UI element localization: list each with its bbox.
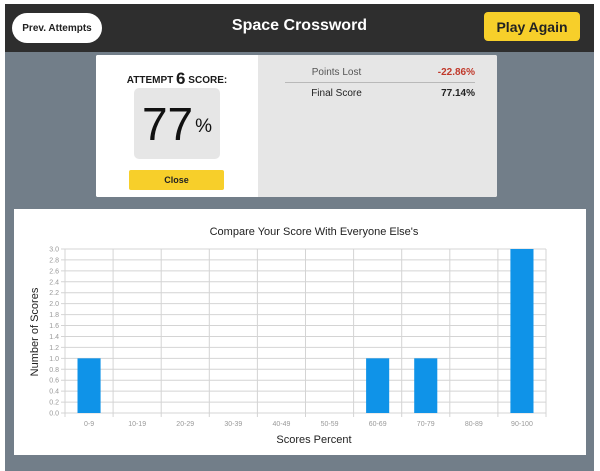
app-frame: Prev. Attempts Space Crossword Play Agai… (5, 4, 594, 471)
attempt-prefix: ATTEMPT (126, 75, 174, 86)
x-tick-label: 70-79 (417, 421, 435, 428)
chart-svg: Compare Your Score With Everyone Else's … (29, 226, 547, 446)
y-tick-label: 0.6 (49, 378, 59, 385)
x-tick-label: 90-100 (511, 421, 533, 428)
x-tick-label: 40-49 (272, 421, 290, 428)
y-tick-label: 1.4 (49, 334, 59, 341)
x-axis-ticks: 0-9 10-19 20-29 30-39 40-49 50-59 60-69 70-79 80… (84, 421, 533, 428)
y-tick-label: 1.8 (49, 312, 59, 319)
y-tick-label: 1.0 (49, 356, 59, 363)
y-tick-label: 2.4 (49, 279, 59, 286)
header-bar: Prev. Attempts Space Crossword Play Agai… (5, 4, 594, 52)
chart-ylabel: Number of Scores (29, 287, 41, 376)
x-tick-label: 80-89 (465, 421, 483, 428)
x-tick-label: 60-69 (369, 421, 387, 428)
y-tick-label: 0.0 (49, 411, 59, 418)
score-distribution-chart: Compare Your Score With Everyone Else's … (14, 209, 586, 455)
play-again-button[interactable]: Play Again (484, 12, 580, 41)
score-summary: ATTEMPT 6 SCORE: 77 % Close (96, 55, 258, 197)
score-unit: % (195, 115, 213, 137)
y-tick-label: 1.6 (49, 323, 59, 330)
score-value: 77 (141, 97, 194, 150)
stat-row-points-lost: Points Lost -22.86% (285, 63, 475, 83)
x-tick-label: 50-59 (321, 421, 339, 428)
close-button[interactable]: Close (129, 170, 224, 190)
stat-value: -22.86% (437, 67, 475, 78)
y-tick-label: 2.0 (49, 301, 59, 308)
x-tick-label: 30-39 (224, 421, 242, 428)
chart-title: Compare Your Score With Everyone Else's (210, 226, 419, 238)
bar-60-69 (366, 358, 390, 413)
y-tick-label: 1.2 (49, 345, 59, 352)
stat-value: 77.14% (441, 88, 475, 99)
bar-0-9 (77, 358, 101, 413)
stat-label: Final Score (311, 88, 362, 99)
y-axis-ticks: 0.0 0.2 0.4 0.6 0.8 1.0 1.2 1.4 1.6 1.8 2.0 2.2 2.4 2… (49, 247, 59, 418)
score-card: ATTEMPT 6 SCORE: 77 % Close Points Lost … (96, 55, 497, 197)
y-tick-label: 0.8 (49, 367, 59, 374)
x-tick-label: 10-19 (128, 421, 146, 428)
y-tick-label: 2.2 (49, 290, 59, 297)
attempt-number: 6 (176, 69, 186, 88)
y-tick-label: 0.4 (49, 389, 59, 396)
stat-label: Points Lost (311, 67, 362, 78)
y-tick-label: 3.0 (49, 247, 59, 254)
attempt-heading: ATTEMPT 6 SCORE: (96, 69, 258, 89)
attempt-suffix: SCORE: (188, 75, 228, 86)
chart-grid (61, 248, 547, 417)
chart-xlabel: Scores Percent (276, 434, 351, 446)
bar-90-100 (510, 249, 534, 413)
y-tick-label: 2.8 (49, 257, 59, 264)
stat-row-final-score: Final Score 77.14% (285, 84, 475, 104)
y-tick-label: 0.2 (49, 400, 59, 407)
y-tick-label: 2.6 (49, 268, 59, 275)
score-stats: Points Lost -22.86% Final Score 77.14% (258, 55, 497, 197)
score-display: 77 % (134, 88, 220, 159)
x-tick-label: 0-9 (84, 421, 94, 428)
bar-70-79 (414, 358, 438, 413)
x-tick-label: 20-29 (176, 421, 194, 428)
